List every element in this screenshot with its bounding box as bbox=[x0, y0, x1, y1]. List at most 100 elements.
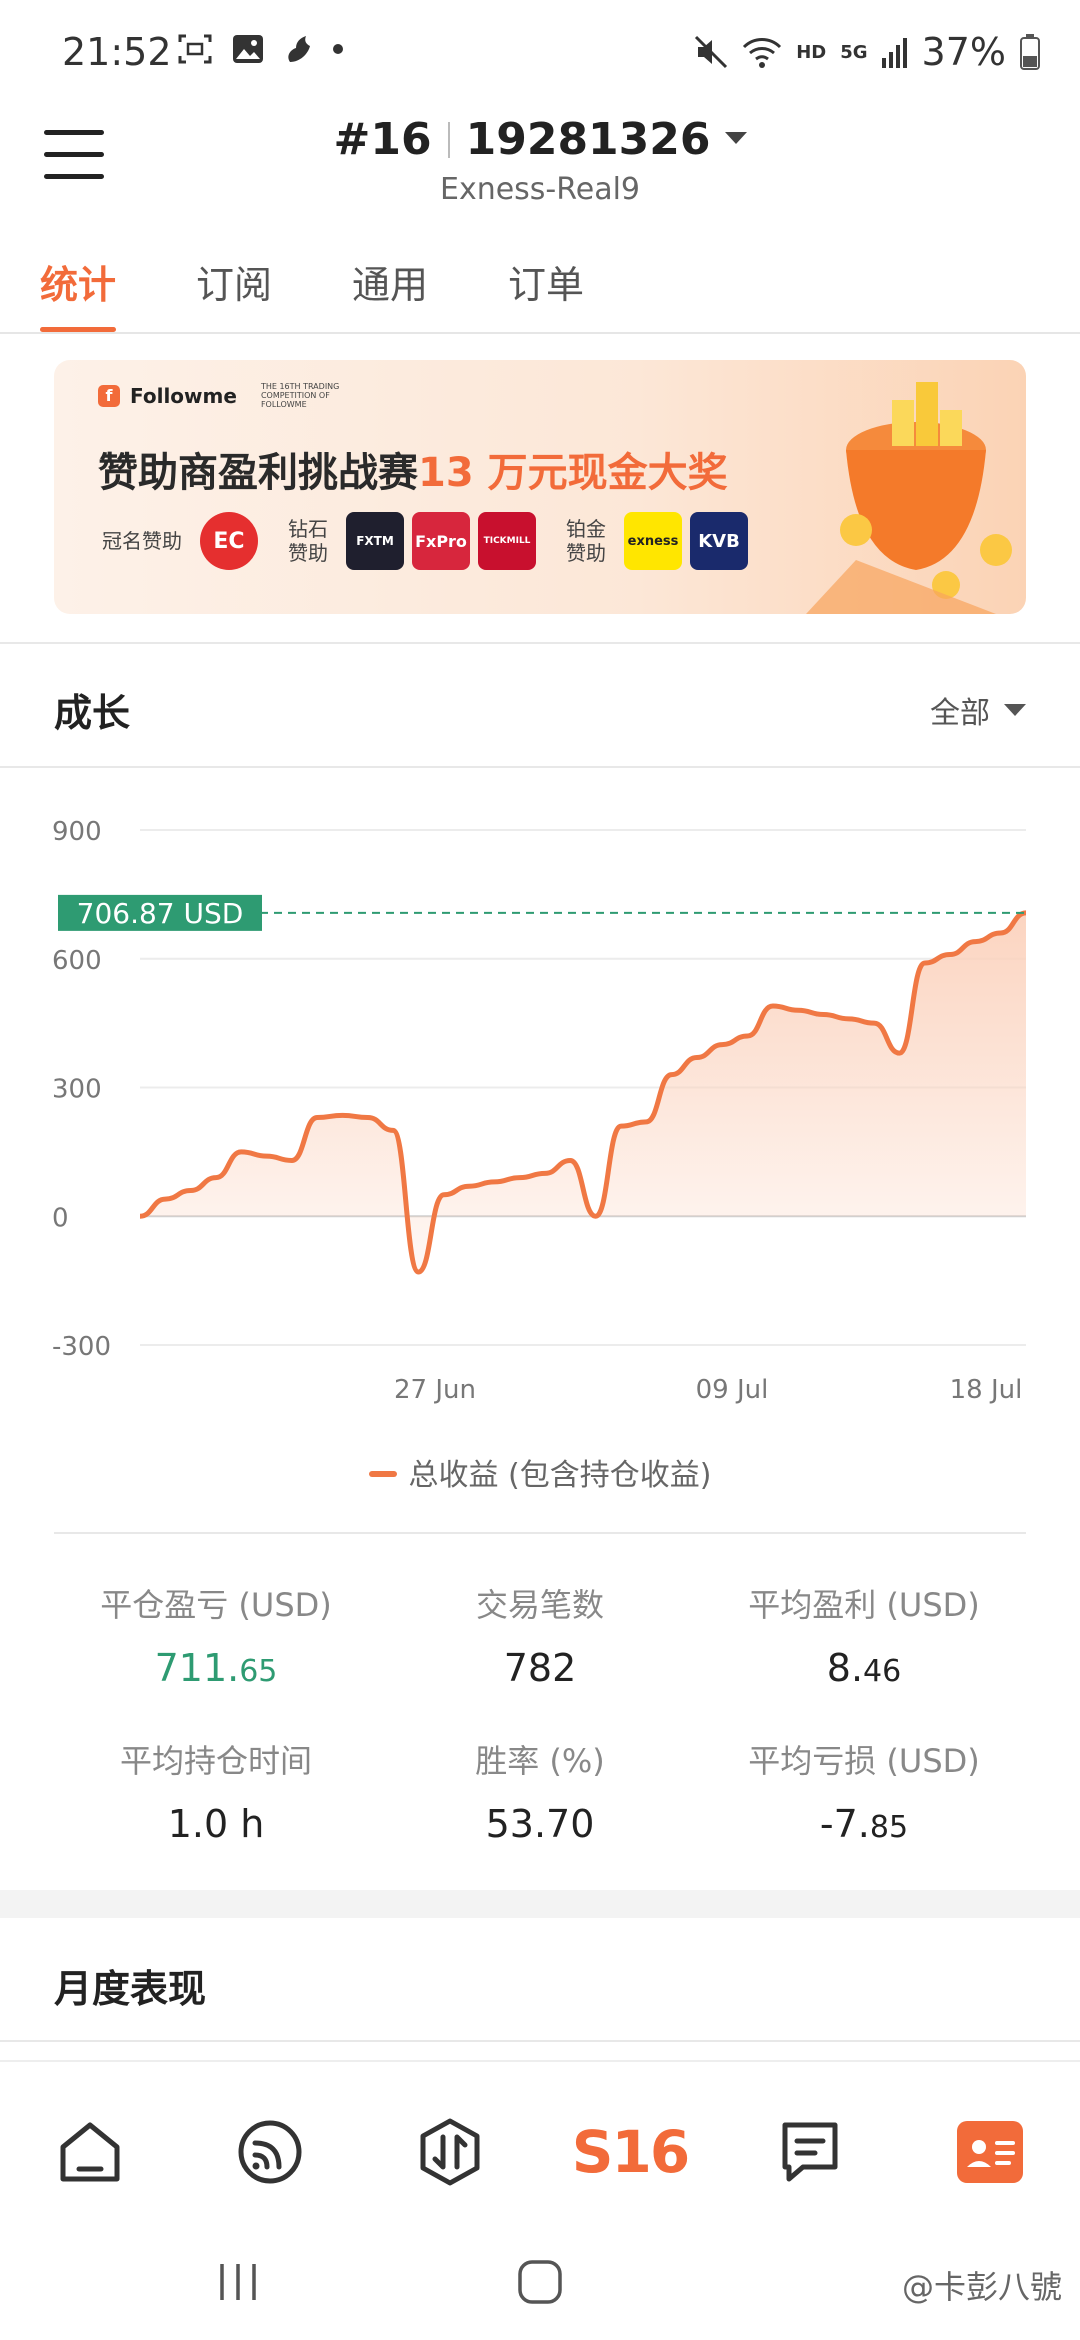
section-divider bbox=[0, 2040, 1080, 2042]
brand-name: Followme bbox=[130, 383, 237, 408]
y-tick-label: 600 bbox=[52, 946, 102, 976]
legend-swatch bbox=[368, 1471, 397, 1477]
y-tick-label: -300 bbox=[52, 1332, 111, 1362]
fxtm-logo: FXTM bbox=[346, 512, 404, 570]
screenshot-icon bbox=[178, 34, 212, 64]
more-notifications-dot-icon bbox=[333, 44, 343, 54]
chevron-down-icon bbox=[1004, 704, 1026, 716]
home-button-icon[interactable] bbox=[518, 2260, 562, 2304]
stat-value: 782 bbox=[503, 1646, 577, 1690]
tab-general[interactable]: 通用 bbox=[352, 240, 428, 332]
watermark: @卡彭八號 bbox=[901, 2268, 1062, 2306]
fxpro-logo: FxPro bbox=[412, 512, 470, 570]
x-tick-label: 09 Jul bbox=[696, 1375, 769, 1405]
monthly-title: 月度表现 bbox=[54, 1967, 207, 2011]
section-divider bbox=[0, 642, 1080, 644]
chevron-down-icon bbox=[724, 132, 747, 144]
nav-profile[interactable] bbox=[950, 2112, 1030, 2192]
nav-trade[interactable] bbox=[410, 2112, 490, 2192]
chart-legend: 总收益 (包含持仓收益) bbox=[0, 1450, 1080, 1494]
stat-label: 交易笔数 bbox=[475, 1586, 604, 1624]
followme-logo-icon: f bbox=[98, 384, 120, 407]
y-tick-label: 0 bbox=[52, 1203, 69, 1233]
growth-title: 成长 bbox=[54, 691, 131, 735]
stat-avg-loss: 平均亏损 (USD) -7.85 bbox=[702, 1736, 1026, 1846]
banner-title: 赞助商盈利挑战赛13 万元现金大奖 bbox=[98, 450, 728, 496]
stat-label: 平均持仓时间 bbox=[119, 1742, 312, 1780]
legend-label: 总收益 (包含持仓收益) bbox=[408, 1458, 712, 1493]
range-value: 全部 bbox=[930, 696, 990, 731]
kvb-logo: KVB bbox=[690, 512, 748, 570]
stat-win-rate: 胜率 (%) 53.70 bbox=[378, 1736, 702, 1846]
range-dropdown[interactable]: 全部 bbox=[930, 688, 1026, 732]
stat-value: 711.65 bbox=[154, 1646, 278, 1690]
nav-s16-competition[interactable]: S16 bbox=[572, 2112, 690, 2192]
platinum-sponsor-label: 铂金 赞助 bbox=[566, 517, 606, 565]
gallery-icon bbox=[233, 35, 263, 63]
y-tick-label: 300 bbox=[52, 1075, 102, 1105]
stat-avg-hold-time: 平均持仓时间 1.0 h bbox=[54, 1736, 378, 1846]
trade-icon bbox=[420, 2118, 480, 2186]
status-time: 21:52 bbox=[62, 30, 172, 74]
series-area bbox=[140, 912, 1026, 1273]
status-bar: 21:52 HD 5G 37% bbox=[0, 0, 1080, 100]
message-icon bbox=[782, 2122, 838, 2182]
tab-bar: 统计 订阅 通用 订单 bbox=[0, 240, 1080, 334]
profile-card-icon bbox=[957, 2121, 1023, 2183]
x-tick-label: 27 Jun bbox=[394, 1375, 476, 1405]
y-tick-label: 900 bbox=[52, 817, 102, 847]
home-icon bbox=[60, 2122, 120, 2182]
nav-messages[interactable] bbox=[770, 2112, 850, 2192]
trophy-illustration-icon bbox=[806, 382, 1012, 614]
exness-logo: exness bbox=[624, 512, 682, 570]
promo-banner[interactable]: f Followme THE 16TH TRADING COMPETITION … bbox=[54, 360, 1026, 614]
stat-value: 8.46 bbox=[826, 1646, 902, 1690]
bottom-nav: S16 bbox=[0, 2060, 1080, 2220]
tickmill-logo: TICKMILL bbox=[478, 512, 536, 570]
app-notification-icon bbox=[288, 36, 310, 62]
mute-icon bbox=[695, 35, 728, 69]
nav-home[interactable] bbox=[50, 2112, 130, 2192]
growth-chart[interactable]: 900 600 300 0 -300 706.87 USD 27 Jun 09 Jul 18 J… bbox=[0, 780, 1080, 1420]
brand-small-text: THE 16TH TRADING COMPETITION OF FOLLOWME bbox=[260, 382, 340, 409]
account-selector[interactable]: #16 19281326 bbox=[0, 114, 1080, 165]
section-separator bbox=[0, 1890, 1080, 1918]
stat-trade-count: 交易笔数 782 bbox=[378, 1580, 702, 1690]
signal-icon bbox=[881, 38, 907, 68]
5g-indicator: 5G bbox=[840, 41, 868, 63]
broadcast-icon bbox=[238, 2120, 302, 2184]
stat-value: 53.70 bbox=[485, 1802, 595, 1846]
stat-label: 平均亏损 (USD) bbox=[748, 1742, 980, 1780]
s16-label: S16 bbox=[571, 2118, 690, 2186]
recent-apps-icon[interactable] bbox=[216, 2260, 260, 2304]
diamond-sponsor-label: 钻石 赞助 bbox=[288, 517, 328, 565]
header: #16 19281326 Exness-Real9 bbox=[0, 100, 1080, 218]
section-divider bbox=[54, 1532, 1026, 1534]
nav-feed[interactable] bbox=[230, 2112, 310, 2192]
stat-closed-pnl: 平仓盈亏 (USD) 711.65 bbox=[54, 1580, 378, 1690]
system-nav-bar: @卡彭八號 bbox=[0, 2220, 1080, 2340]
stat-value: 1.0 h bbox=[167, 1802, 265, 1846]
account-rank: #16 bbox=[333, 114, 432, 165]
stat-value: -7.85 bbox=[819, 1802, 909, 1846]
current-value-label: 706.87 USD bbox=[77, 897, 244, 930]
title-sponsor-label: 冠名赞助 bbox=[102, 529, 182, 553]
banner-sponsors: 冠名赞助 EC 钻石 赞助 FXTM FxPro TICKMILL 铂金 赞助 ex… bbox=[102, 512, 748, 570]
account-id: 19281326 bbox=[465, 114, 711, 165]
tab-orders[interactable]: 订单 bbox=[508, 240, 584, 332]
status-right-icons: HD 5G 37% bbox=[694, 30, 1040, 74]
stat-label: 平均盈利 (USD) bbox=[748, 1586, 980, 1624]
status-notification-icons bbox=[178, 34, 344, 64]
stat-label: 胜率 (%) bbox=[475, 1742, 605, 1780]
tab-statistics[interactable]: 统计 bbox=[40, 240, 117, 332]
battery-icon bbox=[1020, 34, 1040, 70]
tab-subscribe[interactable]: 订阅 bbox=[196, 240, 272, 332]
x-tick-label: 18 Jul bbox=[950, 1375, 1023, 1405]
server-name: Exness-Real9 bbox=[439, 172, 641, 207]
ec-logo: EC bbox=[200, 512, 258, 570]
stat-avg-profit: 平均盈利 (USD) 8.46 bbox=[702, 1580, 1026, 1690]
section-divider bbox=[0, 766, 1080, 768]
wifi-icon bbox=[743, 38, 782, 68]
stat-label: 平仓盈亏 (USD) bbox=[100, 1586, 332, 1624]
battery-percent: 37% bbox=[921, 30, 1006, 74]
